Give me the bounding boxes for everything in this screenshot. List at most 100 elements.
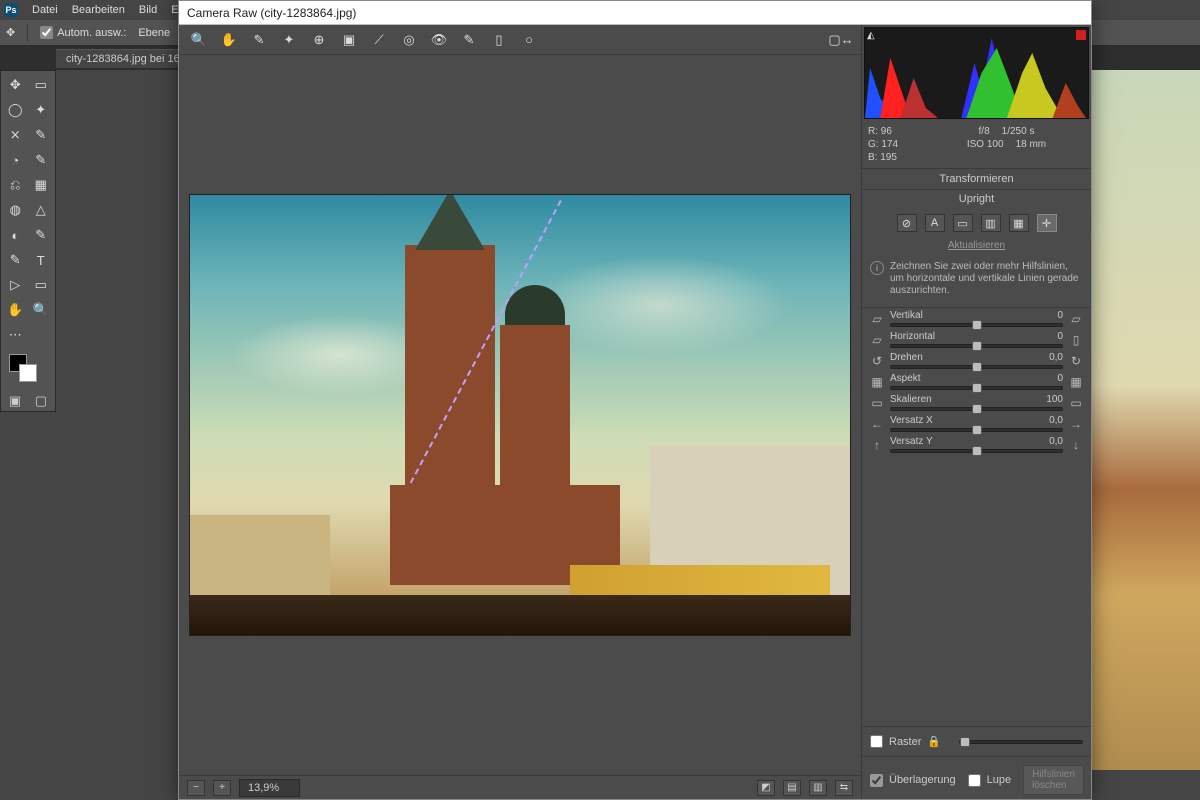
slider-track[interactable] (890, 386, 1063, 390)
slider-icon-left: ▦ (868, 375, 886, 389)
camera-raw-window: Camera Raw (city-1283864.jpg) 🔍 ✋ ✎ ✦ ⊕ … (178, 0, 1092, 800)
move-tool-icon[interactable]: ✥ (6, 26, 15, 39)
tool-move-icon[interactable]: ✥ (3, 73, 28, 97)
clear-guides-button[interactable]: Hilfslinien löschen (1023, 765, 1084, 795)
cr-preview-toggle-icon[interactable]: ▢↔ (831, 30, 851, 50)
upright-off-button[interactable]: ⊘ (897, 214, 917, 232)
tool-lasso-icon[interactable]: ◯ (3, 98, 28, 122)
tool-zoom-icon[interactable]: 🔍 (29, 298, 54, 322)
zoom-out-button[interactable]: − (187, 780, 205, 796)
background-canvas (1080, 70, 1200, 800)
tool-brush-icon[interactable]: ✎ (29, 148, 54, 172)
tool-history-icon[interactable]: ▦ (29, 173, 54, 197)
cr-redeye-icon[interactable]: 👁 (429, 30, 449, 50)
compare-mode3-icon[interactable]: ▥ (809, 780, 827, 796)
raster-checkbox[interactable] (870, 735, 883, 748)
cr-hand-tool-icon[interactable]: ✋ (219, 30, 239, 50)
menu-bearbeiten[interactable]: Bearbeiten (72, 4, 125, 16)
tool-path-icon[interactable]: ▷ (3, 273, 28, 297)
color-swatches[interactable] (3, 348, 53, 388)
slider-track[interactable] (890, 365, 1063, 369)
swap-icon[interactable]: ⇆ (835, 780, 853, 796)
slider-drehen: ↺Drehen0,0↻ (862, 350, 1091, 371)
slider-value[interactable]: 0 (1057, 331, 1063, 342)
slider-label: Drehen (890, 352, 923, 363)
slider-value[interactable]: 0,0 (1049, 415, 1063, 426)
slider-vertikal: ▱Vertikal0▱ (862, 308, 1091, 329)
compare-mode2-icon[interactable]: ▤ (783, 780, 801, 796)
cr-zoom-tool-icon[interactable]: 🔍 (189, 30, 209, 50)
slider-icon-left: ← (868, 417, 886, 431)
cr-crop-icon[interactable]: ▣ (339, 30, 359, 50)
tool-eyedropper-icon[interactable]: ✎ (29, 123, 54, 147)
tool-hand-icon[interactable]: ✋ (3, 298, 28, 322)
tool-stamp-icon[interactable]: ⎌ (3, 173, 28, 197)
menu-datei[interactable]: Datei (32, 4, 58, 16)
overlay-checkbox[interactable] (870, 774, 883, 787)
tool-type-icon[interactable]: T (29, 248, 54, 272)
background-color-icon[interactable] (19, 364, 37, 382)
screenmode-icon[interactable]: ▢ (35, 393, 47, 409)
slider-track[interactable] (890, 323, 1063, 327)
slider-track[interactable] (890, 428, 1063, 432)
camera-raw-panel: ◭ R: 96 G: 174 B: 195 (861, 25, 1091, 799)
tool-gradient-icon[interactable]: △ (29, 198, 54, 222)
auto-select-label: Autom. ausw.: (57, 27, 126, 39)
loupe-checkbox[interactable] (968, 774, 981, 787)
tool-marquee-icon[interactable]: ▭ (29, 73, 54, 97)
slider-skalieren: ▭Skalieren100▭ (862, 392, 1091, 413)
raster-slider[interactable] (959, 740, 1083, 744)
tool-crop-icon[interactable]: ⨯ (3, 123, 28, 147)
upright-vertical-button[interactable]: ▥ (981, 214, 1001, 232)
tool-wand-icon[interactable]: ✦ (29, 98, 54, 122)
cr-radfilter-icon[interactable]: ○ (519, 30, 539, 50)
update-link[interactable]: Aktualisieren (862, 238, 1091, 257)
slider-icon-left: ▱ (868, 333, 886, 347)
camera-raw-titlebar[interactable]: Camera Raw (city-1283864.jpg) (179, 1, 1091, 25)
slider-value[interactable]: 0,0 (1049, 436, 1063, 447)
slider-label: Versatz X (890, 415, 933, 426)
cr-straighten-icon[interactable]: ⟋ (369, 30, 389, 50)
quickmask-icon[interactable]: ▣ (9, 393, 21, 409)
camera-raw-statusbar: − + 13,9% ◩ ▤ ▥ ⇆ (179, 775, 861, 799)
tool-blur-icon[interactable]: ◐ (3, 223, 28, 247)
zoom-in-button[interactable]: + (213, 780, 231, 796)
upright-full-button[interactable]: ▦ (1009, 214, 1029, 232)
slider-track[interactable] (890, 449, 1063, 453)
auto-select-checkbox[interactable]: Autom. ausw.: (40, 26, 126, 39)
cr-whitebalance-icon[interactable]: ✎ (249, 30, 269, 50)
info-icon: i (870, 261, 884, 275)
slider-icon-right: ↻ (1067, 354, 1085, 368)
slider-value[interactable]: 0 (1057, 373, 1063, 384)
histogram[interactable]: ◭ (864, 27, 1089, 119)
menu-bild[interactable]: Bild (139, 4, 157, 16)
layer-dropdown[interactable]: Ebene (138, 27, 170, 39)
tool-eraser-icon[interactable]: ◍ (3, 198, 28, 222)
guided-hint: i Zeichnen Sie zwei oder mehr Hilfslinie… (862, 257, 1091, 308)
camera-raw-preview[interactable] (179, 55, 861, 775)
slider-value[interactable]: 0,0 (1049, 352, 1063, 363)
upright-auto-button[interactable]: A (925, 214, 945, 232)
cr-gradfilter-icon[interactable]: ▯ (489, 30, 509, 50)
tool-pen-icon[interactable]: ✎ (3, 248, 28, 272)
tool-palette: ✥ ▭ ◯ ✦ ⨯ ✎ ◔ ✎ ⎌ ▦ ◍ △ ◐ ✎ ✎ T ▷ ▭ ✋ 🔍 … (0, 70, 56, 412)
compare-mode1-icon[interactable]: ◩ (757, 780, 775, 796)
tool-shape-icon[interactable]: ▭ (29, 273, 54, 297)
slider-value[interactable]: 100 (1046, 394, 1063, 405)
cr-spot-icon[interactable]: ◎ (399, 30, 419, 50)
slider-track[interactable] (890, 407, 1063, 411)
hint-text: Zeichnen Sie zwei oder mehr Hilfslinien,… (890, 261, 1083, 297)
tool-extra1-icon[interactable]: ⋯ (3, 323, 28, 347)
upright-level-button[interactable]: ▭ (953, 214, 973, 232)
cr-adjbrush-icon[interactable]: ✎ (459, 30, 479, 50)
slider-horizontal: ▱Horizontal0▯ (862, 329, 1091, 350)
tool-dodge-icon[interactable]: ✎ (29, 223, 54, 247)
zoom-level-dropdown[interactable]: 13,9% (239, 779, 300, 797)
upright-guided-button[interactable]: ✛ (1037, 214, 1057, 232)
slider-icon-left: ▱ (868, 312, 886, 326)
cr-colorsampler-icon[interactable]: ✦ (279, 30, 299, 50)
slider-value[interactable]: 0 (1057, 310, 1063, 321)
cr-target-icon[interactable]: ⊕ (309, 30, 329, 50)
slider-track[interactable] (890, 344, 1063, 348)
tool-heal-icon[interactable]: ◔ (3, 148, 28, 172)
